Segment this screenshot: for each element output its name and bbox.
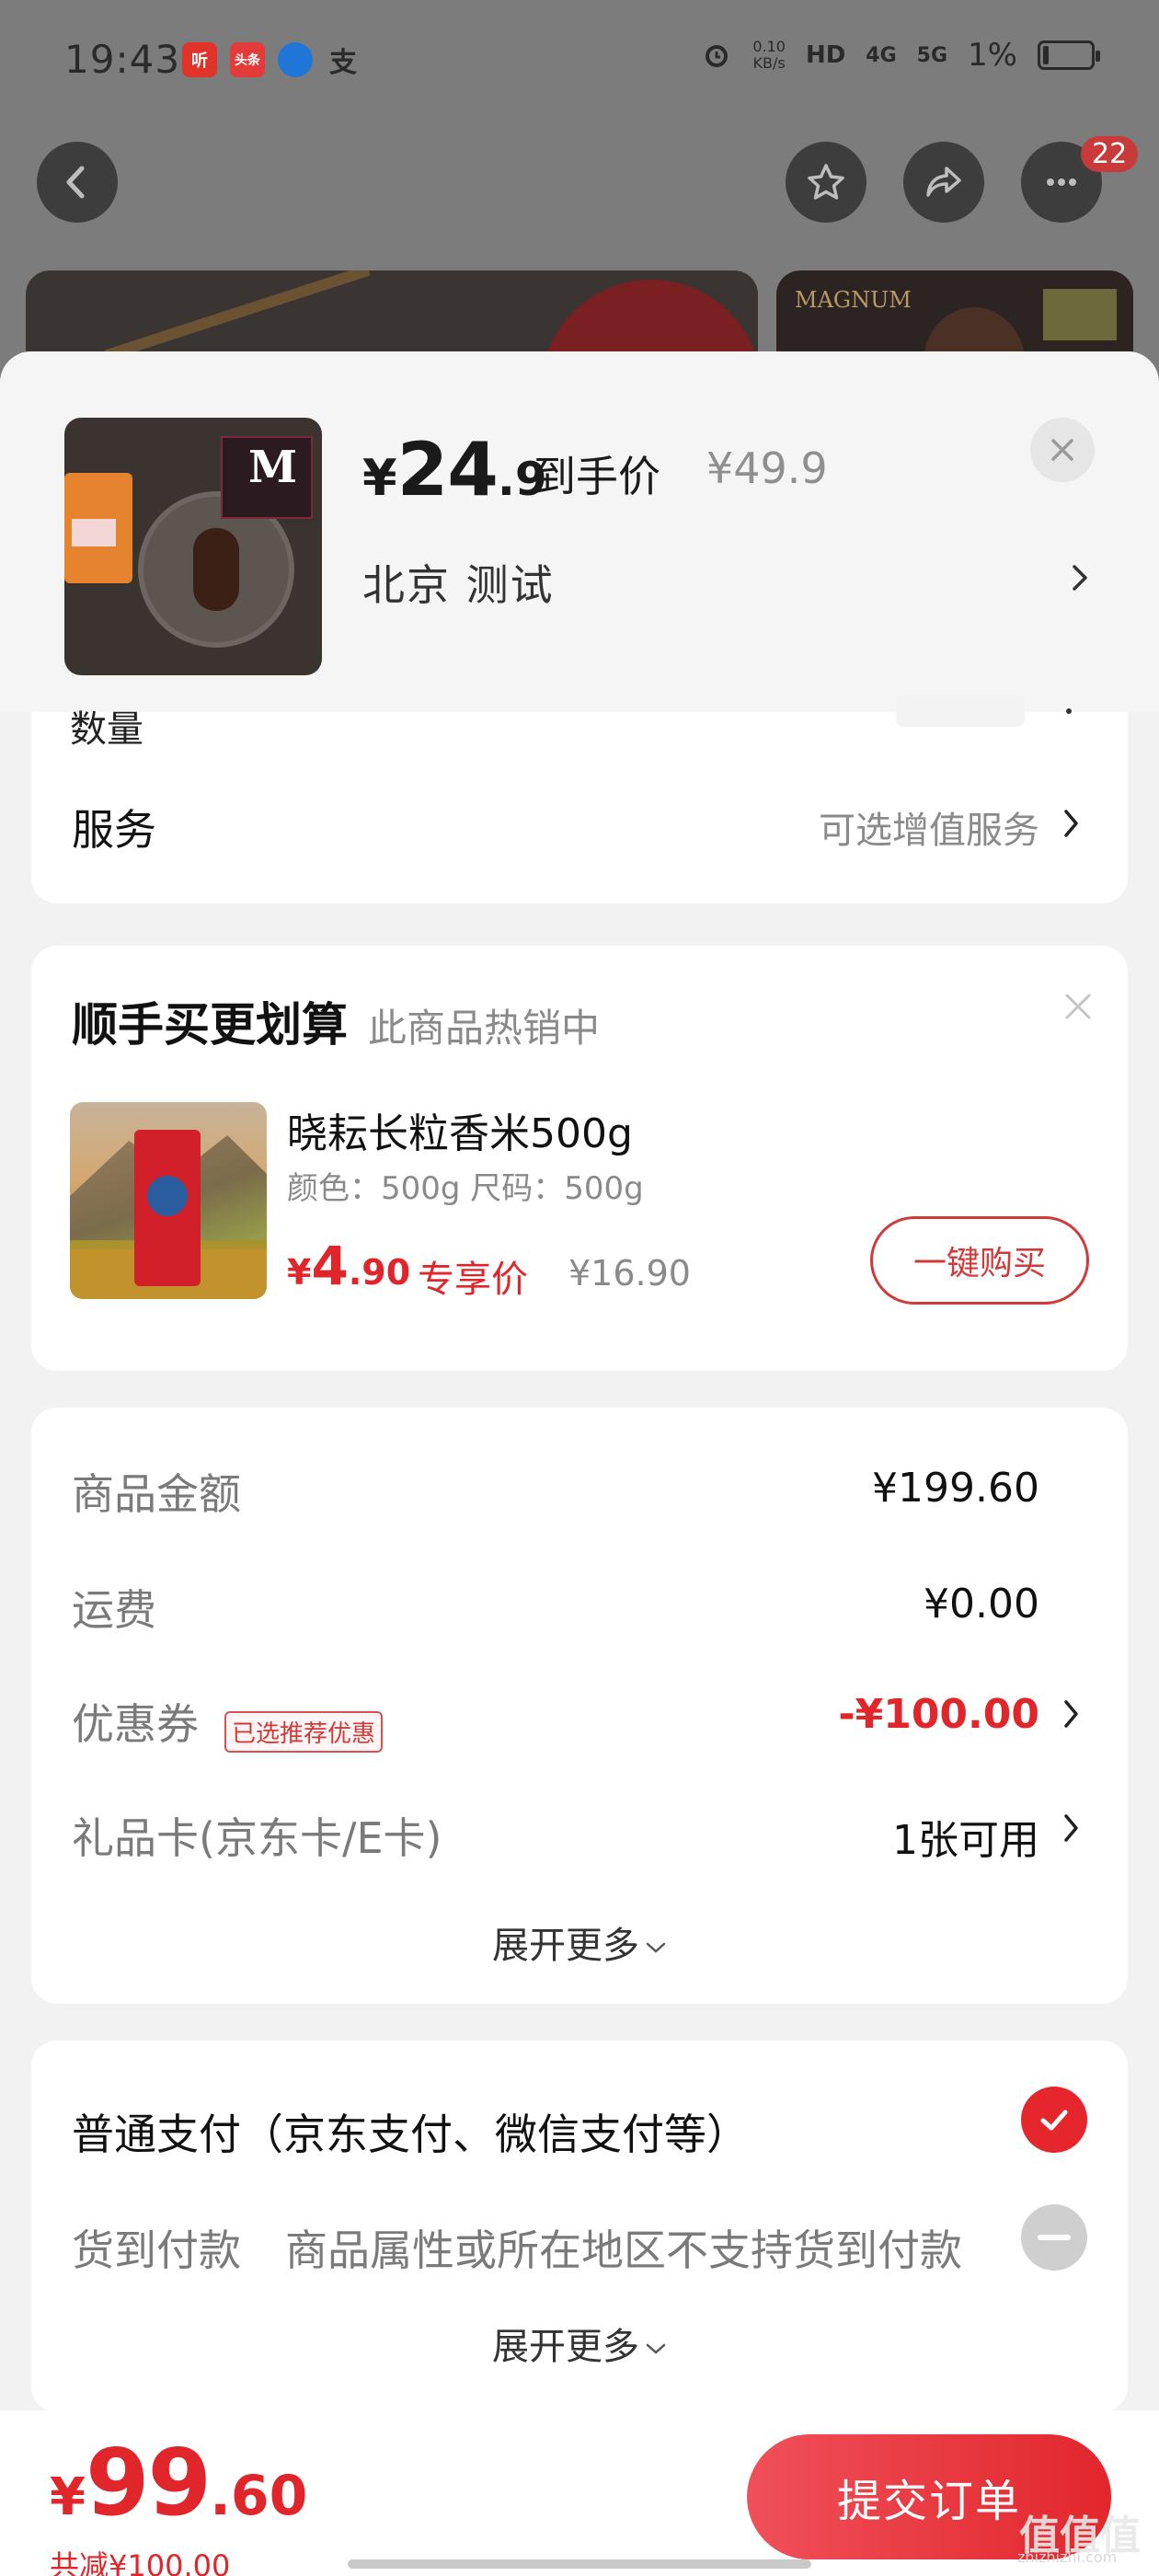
payment-selected-radio[interactable] bbox=[1021, 2087, 1087, 2153]
product-summary: M ¥24.9 到手价 ¥49.9 北京 测试 bbox=[0, 351, 1159, 712]
close-sheet-button[interactable] bbox=[1030, 418, 1095, 482]
total-savings: 共减¥100.00 bbox=[50, 2548, 231, 2576]
chevron-down-icon bbox=[646, 1942, 666, 1953]
shipping-value: ¥0.00 bbox=[924, 1581, 1039, 1627]
cod-unavailable-note: 商品属性或所在地区不支持货到付款 bbox=[285, 2225, 962, 2275]
more-dots-icon bbox=[1047, 178, 1076, 186]
upsell-title: 顺手买更划算 bbox=[72, 998, 348, 1052]
home-indicator[interactable] bbox=[348, 2559, 811, 2569]
upsell-price-tag: 专享价 bbox=[418, 1259, 528, 1301]
battery-percent: 1% bbox=[968, 37, 1017, 74]
upsell-subtitle: 此商品热销中 bbox=[368, 1006, 601, 1051]
network-speed: 0.10 KB/s bbox=[752, 38, 786, 72]
payment-card: 普通支付（京东支付、微信支付等） 货到付款 商品属性或所在地区不支持货到付款 展… bbox=[31, 2041, 1128, 2412]
product-thumbnail: M bbox=[64, 418, 322, 675]
favorite-button[interactable] bbox=[786, 142, 866, 223]
quantity-plus-button[interactable] bbox=[1066, 708, 1072, 714]
final-price: ¥24.9 bbox=[362, 427, 547, 512]
checkmark-icon bbox=[1040, 2110, 1068, 2131]
upsell-price: ¥4.90 bbox=[287, 1235, 411, 1297]
service-card: 数量 服务 可选增值服务 bbox=[31, 694, 1128, 903]
star-icon bbox=[808, 164, 844, 200]
amounts-card: 商品金额 ¥199.60 运费 ¥0.00 优惠券 已选推荐优惠 -¥100.0… bbox=[31, 1408, 1128, 2004]
watermark-url: zhizhizhi.com bbox=[1017, 2548, 1118, 2566]
cod-label: 货到付款 bbox=[72, 2225, 241, 2275]
upsell-card: 顺手买更划算 此商品热销中 晓耘长粒香米500g 颜色：500g 尺码：500g… bbox=[31, 946, 1128, 1371]
close-icon bbox=[1051, 439, 1073, 461]
toutiao-app-icon: 头条 bbox=[230, 42, 265, 77]
chevron-right-icon[interactable] bbox=[1061, 806, 1082, 841]
chevron-right-icon[interactable] bbox=[1061, 1696, 1082, 1731]
one-click-buy-button[interactable]: 一键购买 bbox=[870, 1216, 1089, 1305]
chevron-right-icon[interactable] bbox=[1067, 559, 1093, 596]
back-arrow-icon bbox=[66, 166, 85, 199]
normal-payment-label[interactable]: 普通支付（京东支付、微信支付等） bbox=[72, 2101, 749, 2162]
shipping-label: 运费 bbox=[72, 1585, 156, 1635]
subtotal-label: 商品金额 bbox=[72, 1469, 241, 1519]
subtotal-value: ¥199.60 bbox=[872, 1465, 1039, 1512]
rice-product-image[interactable] bbox=[70, 1102, 267, 1299]
close-icon[interactable] bbox=[1061, 990, 1095, 1023]
coupon-label: 优惠券 bbox=[72, 1699, 199, 1749]
checkout-bar: ¥99.60 共减¥100.00 提交订单 bbox=[0, 2410, 1159, 2576]
status-time: 19:43 bbox=[64, 37, 181, 82]
coupon-badge: 已选推荐优惠 bbox=[224, 1711, 384, 1753]
gift-card-label: 礼品卡(京东卡/E卡) bbox=[72, 1813, 442, 1863]
status-bar: 19:43 听 头条 支 0.10 KB/s HD 4G 5G 1% bbox=[0, 0, 1159, 120]
expand-more-amounts[interactable]: 展开更多 bbox=[31, 1915, 1128, 1969]
signal-5g: 5G bbox=[916, 43, 948, 67]
upsell-product-name[interactable]: 晓耘长粒香米500g bbox=[287, 1100, 633, 1159]
brand-logo-text: MAGNUM bbox=[795, 287, 912, 313]
back-button[interactable] bbox=[37, 142, 118, 223]
chevron-right-icon[interactable] bbox=[1061, 1811, 1082, 1846]
share-button[interactable] bbox=[903, 142, 984, 223]
status-indicators: 0.10 KB/s HD 4G 5G 1% bbox=[701, 37, 1100, 74]
battery-icon bbox=[1038, 40, 1100, 70]
signal-4g: 4G bbox=[866, 43, 897, 67]
ting-app-icon: 听 bbox=[182, 42, 217, 77]
service-label: 服务 bbox=[72, 805, 156, 855]
coupon-value[interactable]: -¥100.00 bbox=[838, 1691, 1039, 1738]
expand-more-payment[interactable]: 展开更多 bbox=[31, 2317, 1128, 2370]
cod-disabled-radio bbox=[1021, 2204, 1087, 2271]
hd-indicator: HD bbox=[805, 41, 846, 69]
quantity-stepper[interactable] bbox=[896, 694, 1025, 727]
alipay-icon: 支 bbox=[329, 47, 357, 79]
qq-app-icon bbox=[278, 42, 313, 77]
gift-card-value[interactable]: 1张可用 bbox=[892, 1807, 1039, 1866]
quantity-label: 数量 bbox=[70, 708, 143, 751]
alarm-icon bbox=[706, 45, 729, 67]
share-icon bbox=[926, 167, 961, 197]
upsell-original-price: ¥16.90 bbox=[568, 1253, 691, 1294]
final-price-label: 到手价 bbox=[534, 452, 660, 501]
checkout-sheet: M ¥24.9 到手价 ¥49.9 北京 测试 数量 服务 可选增值服务 顺手买… bbox=[0, 351, 1159, 2576]
total-price: ¥99.60 bbox=[50, 2429, 308, 2536]
status-app-icons: 听 头条 支 bbox=[182, 42, 361, 79]
upsell-product-spec: 颜色：500g 尺码：500g bbox=[287, 1170, 644, 1207]
delivery-address[interactable]: 北京 测试 bbox=[362, 552, 555, 613]
background-page: 19:43 听 头条 支 0.10 KB/s HD 4G 5G 1% 22 MA… bbox=[0, 0, 1159, 399]
chevron-down-icon bbox=[646, 2343, 666, 2354]
service-value[interactable]: 可选增值服务 bbox=[819, 800, 1039, 854]
original-price: ¥49.9 bbox=[706, 443, 828, 493]
message-count-badge: 22 bbox=[1081, 136, 1139, 172]
